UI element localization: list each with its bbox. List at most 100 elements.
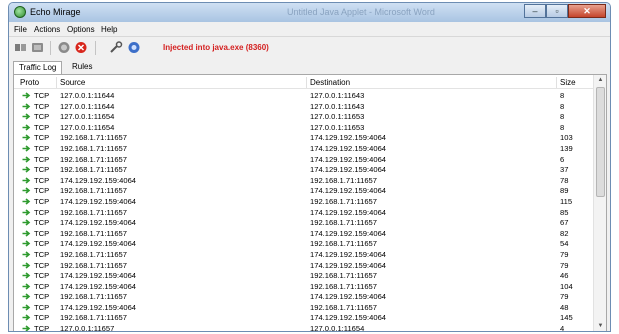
cell-size: 82 <box>560 228 569 238</box>
table-row[interactable]: TCP 192.168.1.71:11657 174.129.192.159:406… <box>14 164 594 175</box>
table-row[interactable]: TCP 192.168.1.71:11657 174.129.192.159:406… <box>14 154 594 165</box>
cell-proto: TCP <box>34 271 50 281</box>
green-arrow-icon <box>22 92 31 99</box>
cell-source: 174.129.192.159:4064 <box>60 281 137 291</box>
vertical-scrollbar[interactable]: ▲ ▼ <box>593 75 606 331</box>
cell-size: 67 <box>560 218 569 228</box>
table-row[interactable]: TCP 174.129.192.159:4064 192.168.1.71:1165… <box>14 238 594 249</box>
cell-size: 37 <box>560 165 569 175</box>
cell-size: 145 <box>560 313 573 323</box>
cell-size: 8 <box>560 101 565 111</box>
close-button[interactable]: ✕ <box>568 4 606 18</box>
cell-destination: 174.129.192.159:4064 <box>310 186 387 196</box>
table-row[interactable]: TCP 192.168.1.71:11657 174.129.192.159:406… <box>14 132 594 143</box>
table-row[interactable]: TCP 174.129.192.159:4064 192.168.1.71:1165… <box>14 302 594 313</box>
table-row[interactable]: TCP 174.129.192.159:4064 192.168.1.71:1165… <box>14 281 594 292</box>
cell-destination: 174.129.192.159:4064 <box>310 249 387 259</box>
cell-destination: 174.129.192.159:4064 <box>310 154 387 164</box>
cell-destination: 192.168.1.71:11657 <box>310 218 378 228</box>
column-divider[interactable] <box>306 77 307 88</box>
green-arrow-icon <box>22 261 31 269</box>
table-row[interactable]: TCP 127.0.0.1:11644 127.0.0.1:11643 8 <box>14 101 594 112</box>
column-source[interactable]: Source <box>60 78 85 87</box>
tab-traffic-log[interactable]: Traffic Log <box>13 61 63 75</box>
table-row[interactable]: TCP 127.0.0.1:11657 127.0.0.1:11654 4 <box>14 323 594 332</box>
table-row[interactable]: TCP 174.129.192.159:4064 192.168.1.71:1165… <box>14 196 594 207</box>
cell-destination: 174.129.192.159:4064 <box>310 143 387 153</box>
table-row[interactable]: TCP 174.129.192.159:4064 192.168.1.71:1165… <box>14 217 594 228</box>
column-proto[interactable]: Proto <box>20 78 39 87</box>
toolbar: Injected into java.exe (8360) <box>9 37 610 59</box>
menu-help[interactable]: Help <box>101 25 117 34</box>
start-stop-icon[interactable] <box>14 41 28 54</box>
cell-size: 85 <box>560 207 569 217</box>
window-title: Echo Mirage <box>30 7 81 17</box>
scroll-down-button[interactable]: ▼ <box>595 321 606 331</box>
menu-actions[interactable]: Actions <box>34 25 60 34</box>
cell-destination: 192.168.1.71:11657 <box>310 281 378 291</box>
table-row[interactable]: TCP 192.168.1.71:11657 174.129.192.159:406… <box>14 291 594 302</box>
cell-proto: TCP <box>34 313 50 323</box>
table-row[interactable]: TCP 127.0.0.1:11654 127.0.0.1:11653 8 <box>14 111 594 122</box>
title-bar[interactable]: Echo Mirage Untitled Java Applet - Micro… <box>9 3 610 22</box>
green-arrow-icon <box>22 240 31 247</box>
green-arrow-icon <box>22 113 31 120</box>
cell-destination: 192.168.1.71:11657 <box>310 239 378 249</box>
table-row[interactable]: TCP 192.168.1.71:11657 174.129.192.159:406… <box>14 312 594 323</box>
cell-destination: 174.129.192.159:4064 <box>310 133 387 143</box>
traffic-rows: TCP 127.0.0.1:11644 127.0.0.1:11643 8 TCP 127… <box>14 90 594 332</box>
inject-icon[interactable] <box>127 41 141 54</box>
menu-file[interactable]: File <box>14 25 27 34</box>
green-arrow-icon <box>22 198 31 205</box>
scroll-up-button[interactable]: ▲ <box>595 75 606 86</box>
stop-icon[interactable] <box>57 41 71 54</box>
echo-mirage-window: Echo Mirage Untitled Java Applet - Micro… <box>8 2 611 332</box>
wrench-icon[interactable] <box>109 41 123 54</box>
table-row[interactable]: TCP 192.168.1.71:11657 174.129.192.159:406… <box>14 207 594 218</box>
injection-icon[interactable] <box>31 41 45 54</box>
background-window-title: Untitled Java Applet - Microsoft Word <box>287 7 435 17</box>
table-row[interactable]: TCP 127.0.0.1:11644 127.0.0.1:11643 8 <box>14 90 594 101</box>
cell-destination: 174.129.192.159:4064 <box>310 228 387 238</box>
green-arrow-icon <box>22 272 31 279</box>
green-arrow-icon <box>22 177 31 184</box>
table-row[interactable]: TCP 192.168.1.71:11657 174.129.192.159:406… <box>14 228 594 239</box>
menu-bar: File Actions Options Help <box>9 22 610 37</box>
table-row[interactable]: TCP 174.129.192.159:4064 192.168.1.71:1165… <box>14 270 594 281</box>
column-divider[interactable] <box>556 77 557 88</box>
table-row[interactable]: TCP 127.0.0.1:11654 127.0.0.1:11653 8 <box>14 122 594 133</box>
cell-source: 127.0.0.1:11644 <box>60 101 115 111</box>
cell-proto: TCP <box>34 281 50 291</box>
cell-source: 192.168.1.71:11657 <box>60 143 128 153</box>
tab-container: Traffic Log Rules Proto Source Destinati… <box>9 59 610 332</box>
cell-source: 192.168.1.71:11657 <box>60 154 128 164</box>
toolbar-separator <box>50 41 51 55</box>
cell-destination: 192.168.1.71:11657 <box>310 196 378 206</box>
green-arrow-icon <box>22 219 31 226</box>
column-destination[interactable]: Destination <box>310 78 350 87</box>
cell-proto: TCP <box>34 324 50 332</box>
table-row[interactable]: TCP 192.168.1.71:11657 174.129.192.159:406… <box>14 143 594 154</box>
menu-options[interactable]: Options <box>67 25 95 34</box>
tab-rules[interactable]: Rules <box>67 61 97 74</box>
table-row[interactable]: TCP 192.168.1.71:11657 174.129.192.159:406… <box>14 260 594 271</box>
cell-source: 192.168.1.71:11657 <box>60 260 128 270</box>
column-divider[interactable] <box>56 77 57 88</box>
green-arrow-icon <box>22 293 31 300</box>
column-size[interactable]: Size <box>560 78 576 87</box>
cell-size: 104 <box>560 281 573 291</box>
cell-source: 127.0.0.1:11654 <box>60 122 115 132</box>
scroll-thumb[interactable] <box>596 87 605 197</box>
table-row[interactable]: TCP 174.129.192.159:4064 192.168.1.71:1165… <box>14 175 594 186</box>
table-row[interactable]: TCP 192.168.1.71:11657 174.129.192.159:406… <box>14 249 594 260</box>
cell-destination: 192.168.1.71:11657 <box>310 302 378 312</box>
table-row[interactable]: TCP 192.168.1.71:11657 174.129.192.159:406… <box>14 185 594 196</box>
cell-size: 54 <box>560 239 569 249</box>
cell-source: 192.168.1.71:11657 <box>60 207 128 217</box>
minimize-button[interactable]: – <box>524 4 546 18</box>
window-controls: – ▫ ✕ <box>524 4 606 18</box>
record-icon[interactable] <box>74 41 88 54</box>
cell-source: 174.129.192.159:4064 <box>60 196 137 206</box>
cell-proto: TCP <box>34 302 50 312</box>
maximize-button[interactable]: ▫ <box>546 4 568 18</box>
